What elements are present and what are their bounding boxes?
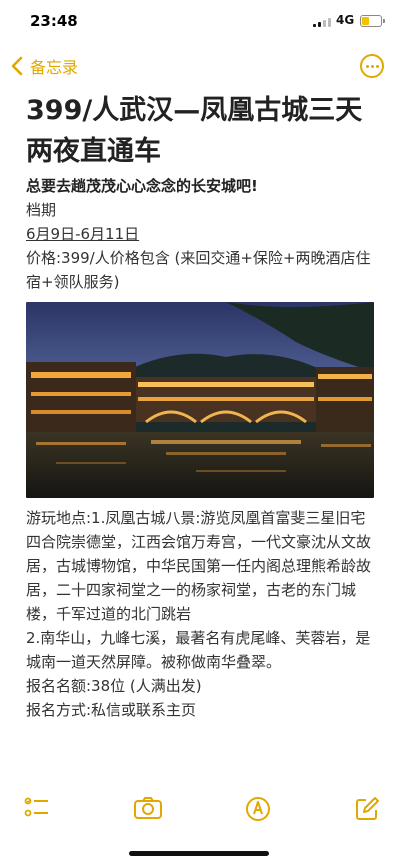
price-info: 价格:399/人价格包含 (来回交通+保险+两晚酒店住宿+领队服务) <box>26 249 371 291</box>
signal-icon <box>313 17 331 27</box>
back-label: 备忘录 <box>30 58 79 77</box>
camera-button[interactable] <box>133 796 163 824</box>
nanhua-paragraph: 2.南华山，九峰七溪，最著名有虎尾峰、芙蓉岩，是城南一道天然屏障。被称做南华叠翠… <box>26 629 371 671</box>
note-subtitle: 总要去趟茂茂心心念念的长安城吧! <box>26 177 258 195</box>
home-indicator[interactable] <box>129 851 269 856</box>
back-button[interactable]: 备忘录 <box>10 54 78 78</box>
status-time: 23:48 <box>30 12 78 30</box>
battery-icon <box>360 15 385 27</box>
network-label: 4G <box>336 13 355 27</box>
nav-bar: 备忘录 <box>0 50 400 84</box>
quota-info: 报名名额:38位 (人满出发) <box>26 677 202 695</box>
schedule-label: 档期 <box>26 201 57 219</box>
checklist-button[interactable] <box>24 796 50 824</box>
fenghuang-night-photo[interactable] <box>26 302 374 498</box>
note-body[interactable]: 399/人武汉—凤凰古城三天两夜直通车 总要去趟茂茂心心念念的长安城吧! 档期 … <box>26 90 378 722</box>
itinerary-paragraph: 游玩地点:1.凤凰古城八景:游览凤凰首富斐三星旧宅四合院崇德堂，江西会馆万寿宫，… <box>26 509 372 623</box>
scroll-fade <box>0 770 400 792</box>
chevron-left-icon <box>11 56 23 76</box>
status-bar: 23:48 4G <box>0 0 400 44</box>
markup-icon <box>246 797 270 821</box>
note-title: 399/人武汉—凤凰古城三天两夜直通车 <box>26 95 363 167</box>
markup-button[interactable] <box>245 796 271 826</box>
compose-button[interactable] <box>354 796 380 826</box>
ellipsis-icon <box>365 64 369 68</box>
bottom-toolbar <box>0 790 400 830</box>
schedule-dates[interactable]: 6月9日-6月11日 <box>26 222 378 246</box>
compose-icon <box>356 797 379 820</box>
more-options-button[interactable] <box>360 54 384 78</box>
camera-icon <box>134 797 162 819</box>
signup-method: 报名方式:私信或联系主页 <box>26 701 197 719</box>
checklist-icon <box>24 797 48 817</box>
